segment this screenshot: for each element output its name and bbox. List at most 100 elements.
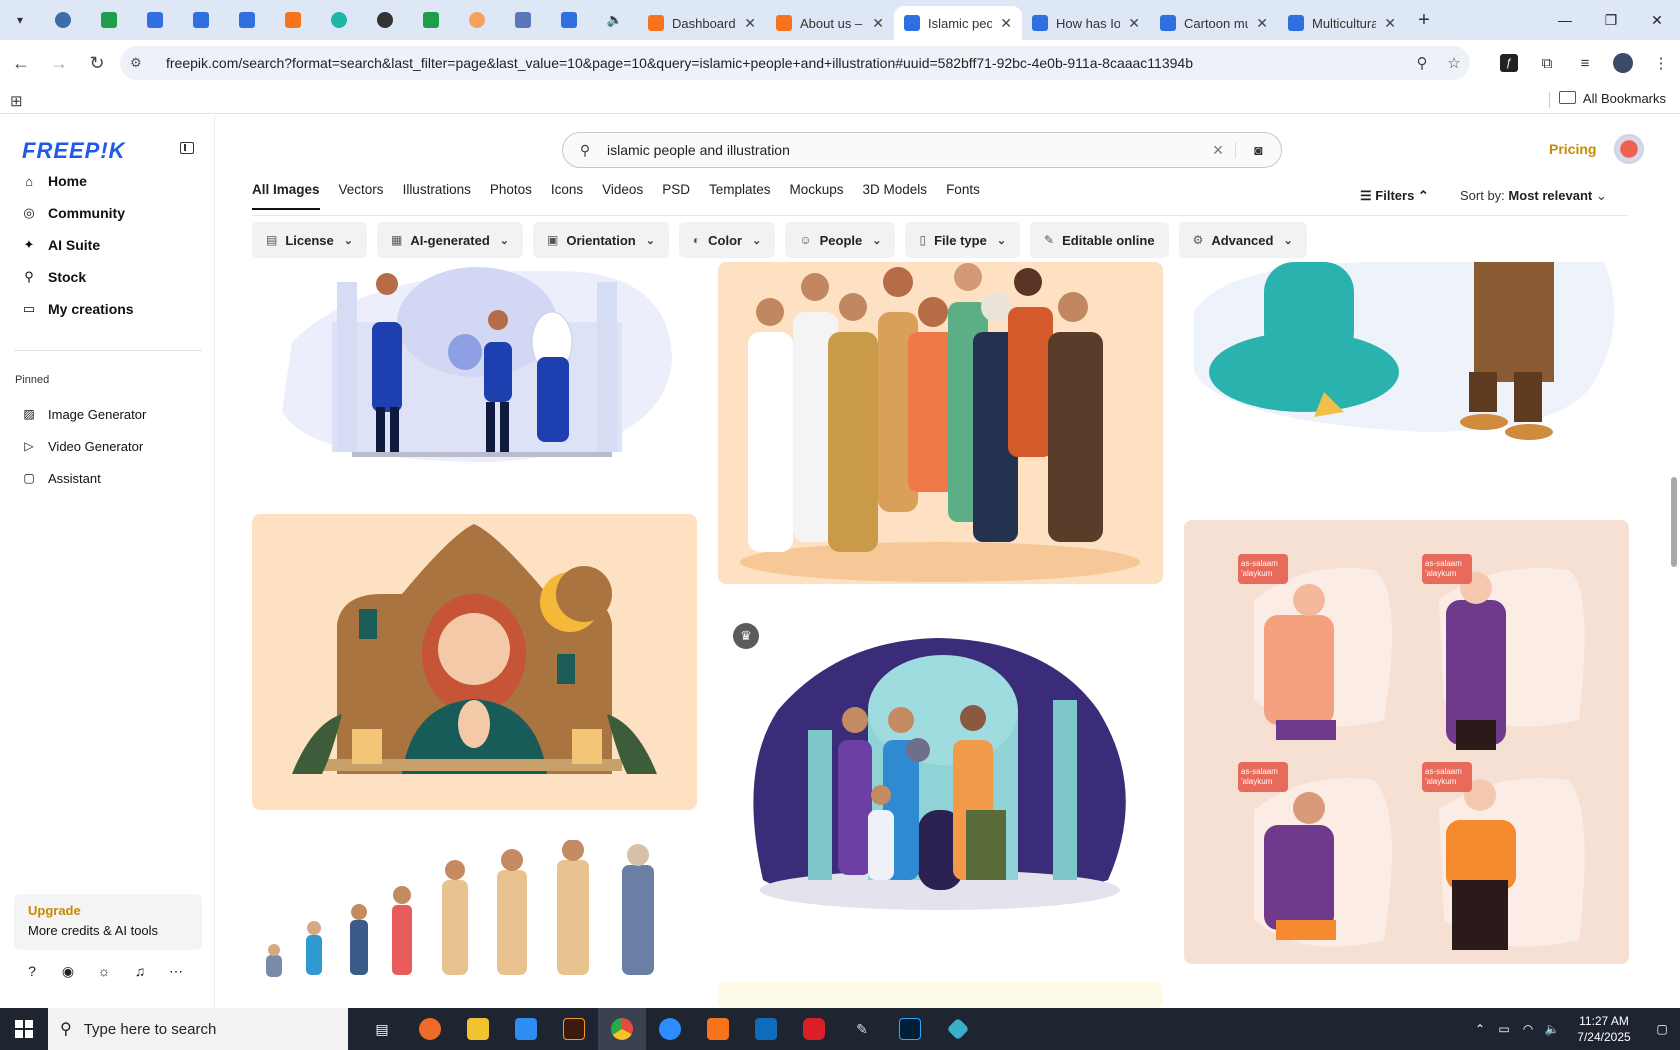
filter-chip-ai-generated[interactable]: ▦ AI-generated ⌄ xyxy=(376,222,524,258)
volume-icon[interactable]: 🔈 xyxy=(1540,1022,1564,1036)
tab-psd[interactable]: PSD xyxy=(662,182,690,210)
pinned-tab[interactable] xyxy=(270,0,316,40)
result-card[interactable] xyxy=(718,262,1163,584)
tab-vectors[interactable]: Vectors xyxy=(339,182,384,210)
close-tab-icon[interactable]: ✕ xyxy=(1000,15,1012,32)
notifications-icon[interactable]: ▢ xyxy=(1644,1022,1680,1036)
browser-tab[interactable]: Dashboard ✕ xyxy=(638,6,766,40)
more-icon[interactable]: ⋯ xyxy=(158,963,194,980)
browser-menu-icon[interactable]: ⋮ xyxy=(1642,46,1680,80)
discord-icon[interactable]: ◉ xyxy=(50,963,86,980)
profile-avatar[interactable] xyxy=(1604,46,1642,80)
close-tab-icon[interactable]: ✕ xyxy=(744,15,756,32)
browser-tab[interactable]: Cartoon mu ✕ xyxy=(1150,6,1278,40)
bookmark-star-icon[interactable]: ☆ xyxy=(1438,54,1470,72)
tab-fonts[interactable]: Fonts xyxy=(946,182,980,210)
result-card[interactable]: as-salaam 'alaykum as-salaam 'alaykum as… xyxy=(1184,520,1629,964)
pinned-tab[interactable] xyxy=(178,0,224,40)
chrome-icon[interactable] xyxy=(598,1008,646,1050)
reload-button[interactable]: ↻ xyxy=(80,46,114,80)
filter-chip-file-type[interactable]: ▯ File type ⌄ xyxy=(905,222,1021,258)
user-avatar[interactable] xyxy=(1614,134,1644,164)
browser-tab[interactable]: About us – c ✕ xyxy=(766,6,894,40)
result-card[interactable] xyxy=(252,262,697,472)
browser-tab[interactable]: Islamic peop ✕ xyxy=(894,6,1022,40)
result-card[interactable] xyxy=(252,840,697,990)
result-card[interactable] xyxy=(718,620,1163,945)
pinned-tab[interactable] xyxy=(546,0,592,40)
taskview-icon[interactable]: ▤ xyxy=(358,1008,406,1050)
result-card[interactable] xyxy=(1184,262,1629,472)
result-card[interactable] xyxy=(718,982,1163,1008)
filter-chip-color[interactable]: ◐ Color ⌄ xyxy=(678,222,776,258)
firefox-icon[interactable] xyxy=(406,1008,454,1050)
help-icon[interactable]: ? xyxy=(14,963,50,980)
pinned-tab[interactable] xyxy=(500,0,546,40)
filter-chip-orientation[interactable]: ▣ Orientation ⌄ xyxy=(533,222,669,258)
filter-chip-advanced[interactable]: ⚙ Advanced ⌄ xyxy=(1178,222,1307,258)
close-tab-icon[interactable]: ✕ xyxy=(872,15,884,32)
tab-icons[interactable]: Icons xyxy=(551,182,583,210)
browser-tab[interactable]: Multicultura ✕ xyxy=(1278,6,1406,40)
scrollbar-thumb[interactable] xyxy=(1671,477,1677,567)
upgrade-card[interactable]: Upgrade More credits & AI tools xyxy=(14,894,202,950)
site-info-icon[interactable]: ⚙ xyxy=(130,55,156,71)
pinned-tab[interactable] xyxy=(408,0,454,40)
pinned-tab[interactable] xyxy=(316,0,362,40)
sidebar-item-my-creations[interactable]: ▭ My creations xyxy=(0,293,215,325)
pinned-item-image-generator[interactable]: ▨ Image Generator xyxy=(0,398,215,430)
close-tab-icon[interactable]: ✕ xyxy=(1128,15,1140,32)
extension-icon[interactable]: ƒ xyxy=(1490,46,1528,80)
apps-grid-icon[interactable]: ⊞ xyxy=(10,92,23,110)
pinned-tab[interactable] xyxy=(86,0,132,40)
zoom-app-icon[interactable] xyxy=(646,1008,694,1050)
tab-all-images[interactable]: All Images xyxy=(252,182,320,210)
minimize-button[interactable]: — xyxy=(1542,0,1588,40)
vscode-icon[interactable] xyxy=(502,1008,550,1050)
filter-chip-license[interactable]: ▤ License ⌄ xyxy=(252,222,367,258)
pinned-tab[interactable] xyxy=(40,0,86,40)
pinned-tab[interactable] xyxy=(454,0,500,40)
forward-button[interactable]: → xyxy=(42,46,76,80)
pinned-tab[interactable] xyxy=(224,0,270,40)
file-explorer-icon[interactable] xyxy=(454,1008,502,1050)
zoom-icon[interactable]: ⚲ xyxy=(1406,54,1438,72)
search-bar[interactable]: ⚲ islamic people and illustration × ◙ xyxy=(562,132,1282,168)
pinned-item-assistant[interactable]: ▢ Assistant xyxy=(0,462,215,494)
pinned-tab[interactable] xyxy=(132,0,178,40)
close-tab-icon[interactable]: ✕ xyxy=(1384,15,1396,32)
sidebar-item-stock[interactable]: ⚲ Stock xyxy=(0,261,215,293)
pinned-tab[interactable] xyxy=(362,0,408,40)
wifi-icon[interactable]: ◠ xyxy=(1516,1022,1540,1036)
sidebar-item-community[interactable]: ◎ Community xyxy=(0,197,215,229)
bell-icon[interactable]: ♫ xyxy=(122,963,158,980)
browser-tab[interactable]: How has IoT ✕ xyxy=(1022,6,1150,40)
pinned-tab-audio[interactable]: 🔈 xyxy=(592,0,638,40)
tab-templates[interactable]: Templates xyxy=(709,182,771,210)
filter-chip-editable-online[interactable]: ✎ Editable online xyxy=(1030,222,1169,258)
url-field[interactable]: ⚙ freepik.com/search?format=search&last_… xyxy=(120,46,1470,80)
pricing-link[interactable]: Pricing xyxy=(1549,141,1596,157)
filter-chip-people[interactable]: ☺ People ⌄ xyxy=(785,222,896,258)
all-bookmarks-button[interactable]: All Bookmarks xyxy=(1559,91,1666,106)
sidebar-item-ai-suite[interactable]: ✦ AI Suite xyxy=(0,229,215,261)
tab-videos[interactable]: Videos xyxy=(602,182,643,210)
tab-3d-models[interactable]: 3D Models xyxy=(863,182,928,210)
pinned-item-video-generator[interactable]: ▷ Video Generator xyxy=(0,430,215,462)
chevron-up-icon[interactable]: ⌃ xyxy=(1468,1022,1492,1036)
close-window-button[interactable]: ✕ xyxy=(1634,0,1680,40)
search-input[interactable]: islamic people and illustration xyxy=(607,142,1201,158)
outlook-icon[interactable] xyxy=(742,1008,790,1050)
restore-button[interactable]: ❐ xyxy=(1588,0,1634,40)
theme-icon[interactable]: ☼ xyxy=(86,963,122,980)
windows-start-icon[interactable] xyxy=(0,1008,48,1050)
new-tab-button[interactable]: + xyxy=(1406,9,1442,32)
filters-button[interactable]: ☰ Filters ⌃ xyxy=(1360,188,1429,204)
tab-illustrations[interactable]: Illustrations xyxy=(403,182,471,210)
photoshop-icon[interactable] xyxy=(886,1008,934,1050)
media-control-icon[interactable]: ≡ xyxy=(1566,46,1604,80)
network-icon[interactable]: ▭ xyxy=(1492,1022,1516,1036)
tab-search-icon[interactable]: ▾ xyxy=(0,0,40,40)
clock[interactable]: 11:27 AM 7/24/2025 xyxy=(1564,1013,1644,1045)
tab-photos[interactable]: Photos xyxy=(490,182,532,210)
